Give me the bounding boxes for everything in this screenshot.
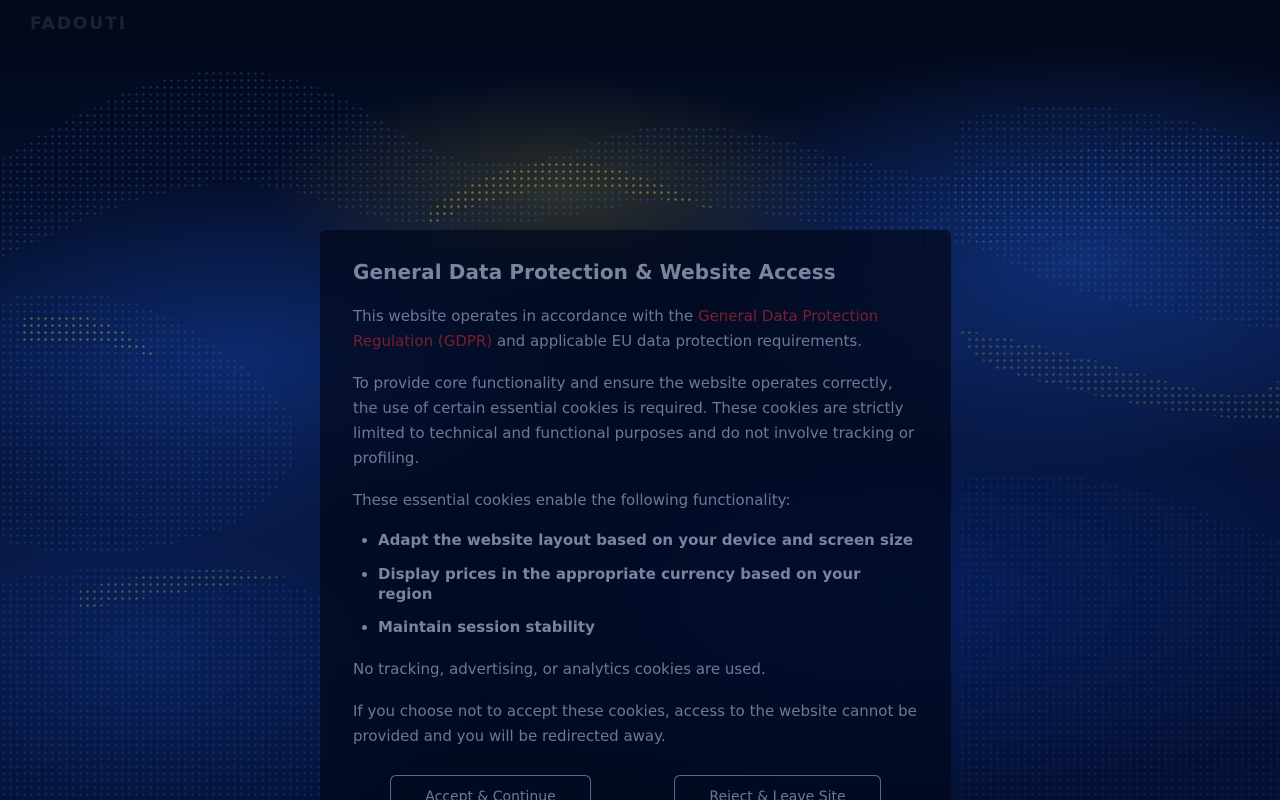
purpose-paragraph: To provide core functionality and ensure… [353, 374, 915, 467]
no-tracking-paragraph: No tracking, advertising, or analytics c… [353, 660, 766, 678]
list-intro-paragraph: These essential cookies enable the follo… [353, 491, 791, 509]
list-item: Adapt the website layout based on your d… [378, 530, 918, 550]
functionality-list: Adapt the website layout based on your d… [353, 530, 918, 637]
dialog-title: General Data Protection & Website Access [353, 260, 836, 284]
dialog-actions: Accept & Continue Reject & Leave Site [320, 775, 951, 800]
consequence-paragraph: If you choose not to accept these cookie… [353, 702, 917, 745]
intro-text-end: and applicable EU data protection requir… [492, 332, 862, 350]
intro-text: This website operates in accordance with… [353, 307, 698, 325]
accept-continue-button[interactable]: Accept & Continue [390, 775, 591, 800]
list-item: Display prices in the appropriate curren… [378, 564, 918, 604]
list-item: Maintain session stability [378, 617, 918, 637]
intro-paragraph: This website operates in accordance with… [353, 304, 918, 354]
site-logo[interactable]: FADOUTI [30, 14, 127, 34]
gdpr-consent-dialog: General Data Protection & Website Access… [320, 230, 951, 800]
reject-leave-button[interactable]: Reject & Leave Site [674, 775, 881, 800]
